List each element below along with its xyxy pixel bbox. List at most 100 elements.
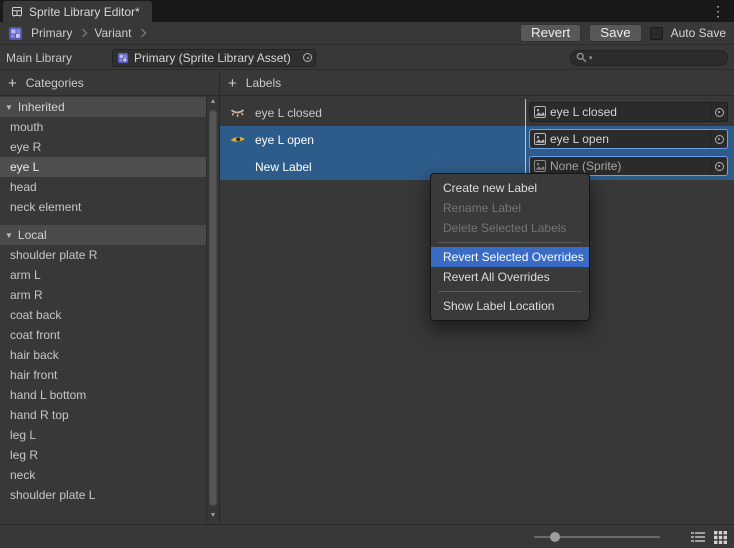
menu-item[interactable]: Show Label Location xyxy=(431,296,589,316)
labels-header: + Labels xyxy=(220,71,734,95)
panel-headers: + Categories + Labels xyxy=(0,71,734,96)
category-item[interactable]: coat front xyxy=(0,325,206,345)
breadcrumb-toolbar: Primary Variant Revert Save Auto Save xyxy=(0,22,734,45)
category-group-header[interactable]: ▼ Inherited xyxy=(0,97,206,117)
main-content: ▼ Inherited moutheye Reye Lheadneck elemen… xyxy=(0,96,734,524)
label-name: eye L closed xyxy=(255,106,322,120)
menu-item: Delete Selected Labels xyxy=(431,218,589,238)
label-row[interactable]: eye L closed eye L closed xyxy=(220,99,734,126)
categories-header: + Categories xyxy=(0,71,220,95)
object-field-value: None (Sprite) xyxy=(550,159,706,173)
menu-item[interactable]: Revert Selected Overrides xyxy=(431,247,589,267)
eye-open-sprite-thumbnail-icon xyxy=(228,132,248,148)
sprite-library-editor-icon xyxy=(11,6,23,18)
sprite-object-field[interactable]: eye L open xyxy=(529,129,728,149)
zoom-slider[interactable] xyxy=(534,536,660,538)
sprite-library-editor-window: Sprite Library Editor* ⋮ Primary Variant … xyxy=(0,0,734,548)
sprite-icon xyxy=(534,133,546,145)
category-item[interactable]: hair back xyxy=(0,345,206,365)
scroll-up-icon[interactable]: ▲ xyxy=(207,96,219,108)
category-group-label: Inherited xyxy=(18,100,65,114)
label-row[interactable]: eye L open eye L open xyxy=(220,126,734,153)
library-asset-icon xyxy=(117,52,129,64)
menu-separator xyxy=(438,291,582,292)
label-name: eye L open xyxy=(255,133,314,147)
empty-thumbnail xyxy=(228,159,248,175)
tab-bar: Sprite Library Editor* ⋮ xyxy=(0,0,734,22)
label-name: New Label xyxy=(255,160,312,174)
eye-closed-sprite-thumbnail-icon xyxy=(228,105,248,121)
categories-list: ▼ Inherited moutheye Reye Lheadneck elemen… xyxy=(0,97,206,524)
object-picker-icon[interactable] xyxy=(710,130,727,148)
category-item[interactable]: eye R xyxy=(0,137,206,157)
breadcrumb-item[interactable]: Variant xyxy=(94,26,131,40)
category-item[interactable]: neck element xyxy=(0,197,206,217)
window-menu-icon[interactable]: ⋮ xyxy=(711,2,725,20)
menu-item: Rename Label xyxy=(431,198,589,218)
column-divider[interactable] xyxy=(525,99,526,126)
category-item[interactable]: coat back xyxy=(0,305,206,325)
category-item[interactable]: arm R xyxy=(0,285,206,305)
add-category-button[interactable]: + xyxy=(8,76,17,91)
view-mode-buttons xyxy=(691,525,727,548)
sprite-library-asset-icon xyxy=(8,26,23,41)
menu-item[interactable]: Revert All Overrides xyxy=(431,267,589,287)
tab-title: Sprite Library Editor* xyxy=(29,5,140,19)
breadcrumb-separator-icon xyxy=(138,29,146,37)
bottom-bar xyxy=(0,524,734,548)
scrollbar-thumb[interactable] xyxy=(209,110,217,506)
category-group-header[interactable]: ▼ Local xyxy=(0,225,206,245)
scroll-down-icon[interactable]: ▼ xyxy=(207,510,219,522)
category-item[interactable]: shoulder plate R xyxy=(0,245,206,265)
object-picker-icon[interactable] xyxy=(303,53,312,62)
foldout-triangle-icon: ▼ xyxy=(5,103,13,112)
labels-title: Labels xyxy=(246,76,281,90)
category-item[interactable]: arm L xyxy=(0,265,206,285)
foldout-triangle-icon: ▼ xyxy=(5,231,13,240)
auto-save-label: Auto Save xyxy=(671,26,726,40)
auto-save-checkbox[interactable] xyxy=(650,27,663,40)
category-item[interactable]: neck xyxy=(0,465,206,485)
vertical-scrollbar[interactable]: ▲ ▼ xyxy=(206,96,219,524)
category-item[interactable]: leg L xyxy=(0,425,206,445)
labels-list: eye L closedeye L closedeye L openeye L … xyxy=(220,99,734,180)
main-library-object-field[interactable]: Primary (Sprite Library Asset) xyxy=(112,49,316,67)
menu-item[interactable]: Create new Label xyxy=(431,178,589,198)
breadcrumb-item[interactable]: Primary xyxy=(31,26,72,40)
add-label-button[interactable]: + xyxy=(228,76,237,91)
revert-button[interactable]: Revert xyxy=(520,24,581,42)
sprite-object-field[interactable]: eye L closed xyxy=(529,102,728,122)
main-library-label: Main Library xyxy=(6,51,112,65)
search-dropdown-icon[interactable]: ▾ xyxy=(589,54,593,62)
menu-separator xyxy=(438,242,582,243)
tab-sprite-library-editor[interactable]: Sprite Library Editor* xyxy=(3,1,152,22)
breadcrumb-separator-icon xyxy=(79,29,87,37)
category-group-label: Local xyxy=(18,228,47,242)
breadcrumb: Primary Variant xyxy=(31,26,145,40)
object-picker-icon[interactable] xyxy=(710,157,727,175)
category-item[interactable]: hand L bottom xyxy=(0,385,206,405)
categories-title: Categories xyxy=(26,76,84,90)
save-button[interactable]: Save xyxy=(589,24,641,42)
grid-view-button[interactable] xyxy=(714,531,727,544)
list-view-button[interactable] xyxy=(691,531,705,543)
category-item[interactable]: shoulder plate L xyxy=(0,485,206,505)
list-view-icon xyxy=(691,531,705,543)
category-item[interactable]: hair front xyxy=(0,365,206,385)
category-item[interactable]: mouth xyxy=(0,117,206,137)
zoom-slider-knob[interactable] xyxy=(550,532,560,542)
sprite-icon xyxy=(534,106,546,118)
main-library-value: Primary (Sprite Library Asset) xyxy=(134,51,298,65)
search-input[interactable] xyxy=(595,51,721,65)
category-item[interactable]: leg R xyxy=(0,445,206,465)
category-item[interactable]: head xyxy=(0,177,206,197)
search-icon xyxy=(576,52,587,63)
object-field-value: eye L open xyxy=(550,132,706,146)
grid-view-icon xyxy=(714,531,727,544)
category-item[interactable]: hand R top xyxy=(0,405,206,425)
category-item[interactable]: eye L xyxy=(0,157,206,177)
column-divider[interactable] xyxy=(525,126,526,153)
search-field[interactable]: ▾ xyxy=(570,50,728,66)
object-field-value: eye L closed xyxy=(550,105,706,119)
object-picker-icon[interactable] xyxy=(710,103,727,121)
